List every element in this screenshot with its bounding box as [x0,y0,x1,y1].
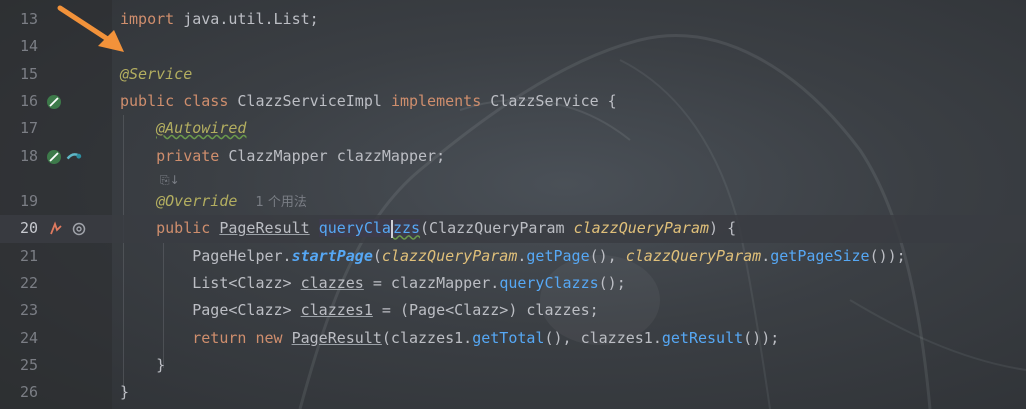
implementation-icon[interactable] [46,94,62,110]
code-line[interactable]: 26 } [0,379,1026,406]
dot: . [761,246,771,265]
class-name: ClazzServiceImpl [237,91,382,110]
code-editor[interactable]: 13 import java.util.List; 14 15 @Service… [0,0,1026,409]
keyword: return [192,328,247,347]
param-name: clazzQueryParam [573,219,710,238]
line-number: 23 [19,301,38,320]
line-number: 17 [19,119,38,138]
code-text: PageHelper.startPage(clazzQueryParam.get… [120,243,906,270]
implementation-icon[interactable] [46,149,62,165]
import-package: java.util.List; [183,10,319,28]
brace: { [598,91,617,110]
paren: ()); [869,246,906,265]
line-number: 21 [19,246,38,265]
code-line[interactable]: 21 PageHelper.startPage(clazzQueryParam.… [0,243,1026,270]
expression: (), clazzes1. [544,328,662,347]
method-call: getPageSize [770,246,870,265]
local-var: clazzes1 [300,301,373,320]
expression: (clazzes1. [381,328,473,347]
type: Page<Clazz> [192,301,301,320]
line-number: 25 [19,355,38,374]
static-method: startPage [291,246,373,265]
code-text: Page<Clazz> clazzes1 = (Page<Clazz>) cla… [120,297,599,324]
code-line[interactable]: 14 [0,33,1026,60]
line-number: 24 [19,328,38,347]
keyword: new [255,328,283,347]
code-text: } [120,352,165,379]
override-icon[interactable] [71,221,87,237]
method-navigate-icon[interactable] [48,221,64,237]
code-text: return new PageResult(clazzes1.getTotal(… [120,325,779,352]
expression: = clazzMapper. [363,273,500,292]
code-line[interactable]: 18 private ClazzMapper clazzMapper; [0,143,1026,170]
brace: } [156,355,166,374]
line-number: 18 [19,146,38,165]
keyword: class [183,91,229,110]
class-ref: PageResult [291,328,382,347]
code-line[interactable]: 16 public class ClazzServiceImpl impleme… [0,88,1026,115]
code-line[interactable]: 19 @Override 1 个用法 [0,188,1026,215]
code-text: @Override 1 个用法 [120,188,307,216]
code-line[interactable]: 25 } [0,352,1026,379]
keyword: implements [390,91,482,110]
line-number: 20 [19,219,38,238]
keyword: public [120,91,175,110]
code-text: } [120,379,129,406]
line-number: 13 [19,10,38,28]
line-number: 26 [19,383,38,402]
class-ref: PageHelper. [192,246,292,265]
line-number: 22 [19,273,38,292]
param-ref: clazzQueryParam [381,246,518,265]
code-line-current[interactable]: 20 public PageResult queryCla zzs(ClazzQu… [0,215,1026,243]
param-type: (ClazzQueryParam [420,219,574,238]
return-type: PageResult [219,219,310,238]
expression: = (Page<Clazz>) clazzes; [372,301,599,320]
code-line[interactable]: 23 Page<Clazz> clazzes1 = (Page<Clazz>) … [0,297,1026,324]
code-text: @Autowired [120,115,246,142]
annotation: @Autowired [156,119,247,138]
param-ref: clazzQueryParam [625,246,762,265]
annotation: @Override [156,192,238,210]
paren: ()); [743,328,780,347]
method-name: zzs [392,219,421,238]
code-line[interactable]: 22 List<Clazz> clazzes = clazzMapper.que… [0,270,1026,297]
code-text: public class ClazzServiceImpl implements… [120,88,617,115]
method-name-highlight: queryCla zzs [318,219,421,238]
class-name: ClazzMapper [228,146,328,165]
type: List<Clazz> [192,273,301,292]
method-call: getTotal [472,328,545,347]
line-number: 14 [19,37,38,56]
method-call: queryClazzs [499,273,599,292]
local-var: clazzes [300,273,364,292]
interface-name: ClazzService [490,91,599,110]
bean-navigate-icon[interactable] [66,149,82,165]
paren: (), [589,246,626,265]
code-text: public PageResult queryCla zzs(ClazzQuery… [120,215,736,242]
paren: (); [598,273,626,292]
method-name: queryCla [318,219,391,238]
code-line[interactable]: 15 @Service [0,61,1026,88]
keyword: private [156,146,220,165]
inlay-hint[interactable]: ⎘↓ [160,170,180,190]
signature-end: ) { [709,219,737,238]
inlay-row: ⎘↓ [0,170,1026,190]
field-name: clazzMapper; [336,146,446,165]
arrow-annotation-icon [57,5,124,52]
method-call: getPage [526,246,590,265]
code-text: import java.util.List; [120,6,319,33]
code-text: private ClazzMapper clazzMapper; [120,143,445,170]
line-number: 15 [19,64,38,83]
brace: } [120,383,130,402]
inlay-icons: ⎘↓ [160,172,180,187]
keyword: public [156,219,211,238]
code-line[interactable]: 24 return new PageResult(clazzes1.getTot… [0,325,1026,352]
paren: ( [372,246,382,265]
method-call: getResult [661,328,744,347]
code-line[interactable]: 13 import java.util.List; [0,6,1026,33]
usage-hint[interactable]: 1 个用法 [255,195,306,210]
code-line[interactable]: 17 @Autowired [0,115,1026,142]
code-text: List<Clazz> clazzes = clazzMapper.queryC… [120,270,626,297]
line-number: 19 [19,192,38,210]
line-number: 16 [19,91,38,110]
